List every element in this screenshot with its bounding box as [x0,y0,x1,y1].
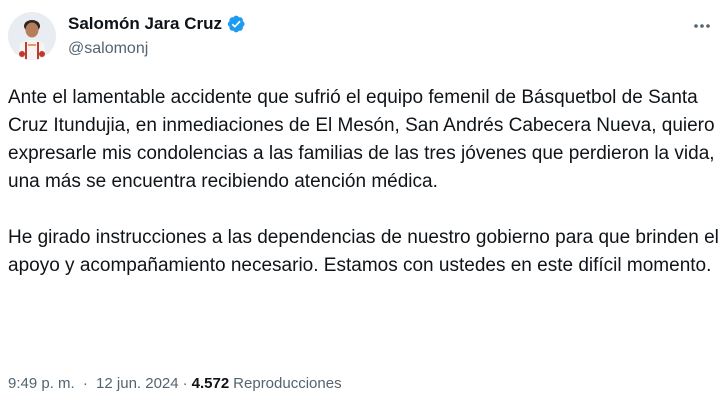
views-count[interactable]: 4.572 [192,375,230,392]
tweet-metadata: 9:49 p. m. · 12 jun. 2024 · 4.572 Reprod… [8,375,342,392]
separator: · [82,375,88,392]
tweet-paragraph-1: Ante el lamentable accidente que sufrió … [8,87,715,192]
tweet-date: 12 jun. 2024 [96,375,179,392]
avatar[interactable] [8,12,56,60]
separator: · [182,375,188,392]
more-options-icon[interactable] [690,14,714,38]
profile-photo [8,12,56,60]
tweet-time: 9:49 p. m. [8,375,75,392]
timestamp-link[interactable]: 9:49 p. m. · 12 jun. 2024 [8,375,179,392]
display-name[interactable]: Salomón Jara Cruz [68,14,222,34]
tweet-card: Salomón Jara Cruz @salomonj Ante el lame… [0,0,724,406]
views-label[interactable]: Reproducciones [233,375,341,392]
tweet-text: Ante el lamentable accidente que sufrió … [8,84,720,280]
author-handle[interactable]: @salomonj [68,40,148,58]
verified-badge-icon[interactable] [226,14,246,34]
tweet-paragraph-2: He girado instrucciones a las dependenci… [8,227,719,276]
author-name-row: Salomón Jara Cruz [68,14,246,34]
